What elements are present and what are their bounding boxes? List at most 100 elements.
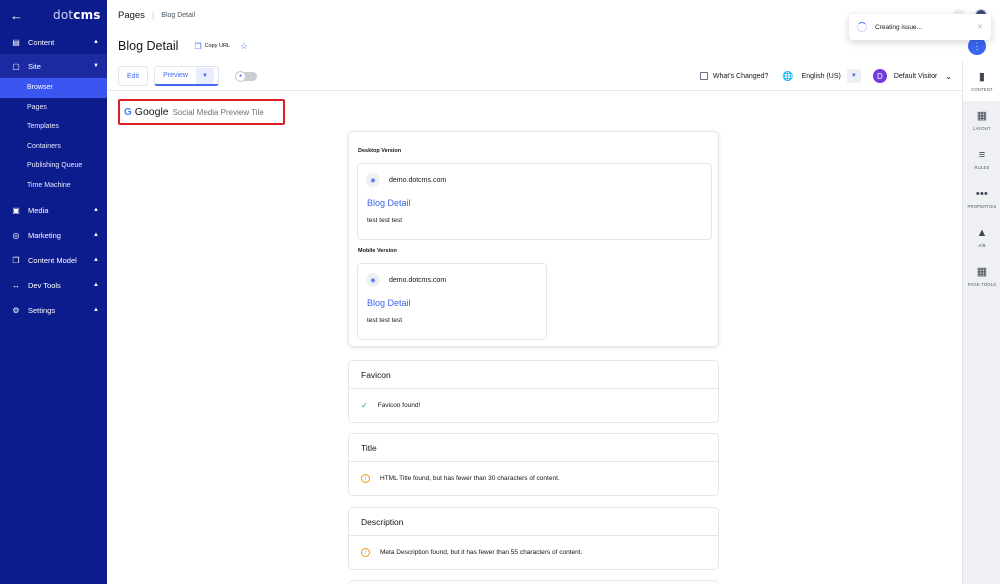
check-title: Title: [349, 434, 718, 462]
sidebar-group-settings[interactable]: ⚙ Settings ▲: [0, 298, 107, 322]
sliders-icon: ≡: [978, 148, 986, 161]
chevron-down-icon[interactable]: ▼: [846, 69, 861, 83]
desktop-version-label: Desktop Version: [358, 148, 402, 154]
sidebar-item-browser[interactable]: Browser: [0, 78, 107, 98]
whats-changed-checkbox[interactable]: [699, 72, 708, 80]
mobile-version-label: Mobile Version: [358, 248, 397, 254]
grid-icon: ▦: [976, 265, 988, 278]
mobile-serp-result: ◉ demo.dotcms.com Blog Detail test test …: [357, 263, 547, 340]
chevron-down-icon[interactable]: ⌄: [945, 72, 952, 81]
chevron-up-icon: ▲: [93, 207, 99, 213]
tool-label: LAYOUT: [973, 125, 991, 131]
sidebar-group-media[interactable]: ▣ Media ▲: [0, 198, 107, 222]
check-title: Description: [349, 508, 718, 536]
toolbar-right: What's Changed? 🌐 English (US) ▼ D Defau…: [699, 69, 962, 83]
flask-icon: ▲: [976, 226, 988, 239]
code-icon: ↔: [12, 280, 20, 290]
globe-icon: 🌐: [782, 70, 794, 81]
chevron-down-icon: ▼: [93, 63, 99, 69]
preview-canvas: G Google Social Media Preview Tile Deskt…: [107, 91, 962, 584]
warning-icon: !: [361, 474, 370, 483]
tab-preview[interactable]: Preview ▼: [154, 66, 219, 86]
star-icon[interactable]: ☆: [240, 41, 248, 52]
serp-title[interactable]: Blog Detail: [367, 198, 411, 208]
sidebar-group-label: Content: [28, 37, 55, 47]
tool-label: CONTENT: [971, 86, 993, 92]
tool-label: RULES: [974, 164, 990, 170]
breadcrumb-current: Blog Detail: [161, 11, 196, 19]
check-card-next: [348, 580, 719, 584]
sidebar-group-site[interactable]: ▢ Site ▼: [0, 54, 107, 78]
check-card-title: Title ! HTML Title found, but has fewer …: [348, 433, 719, 496]
file-icon: ▮: [978, 70, 986, 83]
serp-title[interactable]: Blog Detail: [367, 298, 411, 308]
main-area: Pages | Blog Detail Blog Detail ❐ Copy U…: [107, 0, 1000, 584]
sidebar-group-label: Marketing: [28, 230, 61, 240]
check-title: Favicon: [349, 361, 718, 389]
close-icon[interactable]: ✕: [977, 23, 983, 31]
site-favicon-icon: ◉: [366, 173, 380, 187]
sidebar-group-label: Content Model: [28, 255, 77, 265]
tool-properties[interactable]: ••• PROPERTIES: [963, 179, 1000, 218]
back-arrow-icon[interactable]: ←: [10, 8, 23, 23]
tab-edit[interactable]: Edit: [118, 66, 149, 86]
check-result: ! Meta Description found, but it has few…: [349, 536, 718, 569]
tool-content[interactable]: ▮ CONTENT: [963, 62, 1000, 101]
sidebar-group-label: Settings: [28, 305, 56, 315]
gear-icon: ⚙: [12, 305, 20, 315]
tool-layout[interactable]: ▦ LAYOUT: [963, 101, 1000, 140]
sidebar-group-dev-tools[interactable]: ↔ Dev Tools ▲: [0, 273, 107, 297]
serp-description: test test test: [367, 317, 403, 324]
sidebar-group-content-model[interactable]: ❐ Content Model ▲: [0, 248, 107, 272]
check-icon: ✓: [361, 401, 368, 410]
seo-preview-heading: G Google Social Media Preview Tile: [118, 99, 285, 125]
chevron-down-icon[interactable]: ▼: [195, 67, 214, 84]
sidebar-header: ← dotcms: [0, 0, 107, 30]
image-icon: ▣: [12, 205, 20, 215]
check-card-description: Description ! Meta Description found, bu…: [348, 507, 719, 570]
tool-rules[interactable]: ≡ RULES: [963, 140, 1000, 179]
google-icon: G: [124, 106, 132, 118]
seo-heading-text: Social Media Preview Tile: [172, 107, 264, 117]
check-message: HTML Title found, but has fewer than 30 …: [380, 475, 560, 482]
toast-message: Creating issue...: [875, 23, 922, 31]
visitor-select[interactable]: Default Visitor: [894, 73, 937, 80]
language-select[interactable]: English (US): [802, 73, 841, 80]
chevron-up-icon: ▲: [93, 39, 99, 45]
chevron-up-icon: ▲: [93, 257, 99, 263]
serp-site-url: demo.dotcms.com: [389, 176, 447, 184]
copy-icon: ❐: [194, 41, 202, 51]
tool-ab[interactable]: ▲ A/B: [963, 218, 1000, 257]
serp-description: test test test: [367, 217, 403, 224]
copy-icon: ❐: [12, 255, 20, 265]
layout-icon: ▦: [976, 109, 988, 122]
tool-label: PAGE TOOLS: [967, 281, 997, 287]
sidebar-item-publishing-queue[interactable]: Publishing Queue: [0, 156, 107, 176]
sidebar-item-templates[interactable]: Templates: [0, 117, 107, 137]
check-result: ✓ Favicon found!: [349, 389, 718, 422]
copy-url-button[interactable]: ❐ Copy URL: [194, 42, 230, 51]
breadcrumb-separator: |: [151, 10, 155, 20]
tool-page-tools[interactable]: ▦ PAGE TOOLS: [963, 257, 1000, 296]
warning-icon: !: [361, 548, 370, 557]
sidebar-group-marketing[interactable]: ◎ Marketing ▲: [0, 223, 107, 247]
breadcrumb-pages[interactable]: Pages: [118, 10, 145, 21]
edit-mode-toggle[interactable]: ●: [234, 70, 257, 82]
tool-label: A/B: [978, 242, 986, 248]
check-message: Favicon found!: [377, 402, 421, 409]
sidebar-item-pages[interactable]: Pages: [0, 98, 107, 118]
sidebar-item-containers[interactable]: Containers: [0, 137, 107, 157]
copy-url-label: Copy URL: [204, 43, 230, 49]
spinner-icon: [857, 22, 867, 32]
site-favicon-icon: ◉: [366, 273, 380, 287]
right-tools-bar: ▮ CONTENT ▦ LAYOUT ≡ RULES ••• PROPERTIE…: [962, 62, 1000, 584]
dotcms-logo: dotcms: [53, 8, 101, 22]
serp-site: ◉ demo.dotcms.com: [366, 273, 446, 287]
check-result: ! HTML Title found, but has fewer than 3…: [349, 462, 718, 495]
sidebar-group-content[interactable]: ▤ Content ▲: [0, 30, 107, 54]
sidebar-item-time-machine[interactable]: Time Machine: [0, 176, 107, 196]
visitor-avatar: D: [872, 69, 887, 83]
chevron-up-icon: ▲: [93, 307, 99, 313]
sidebar-group-label: Site: [28, 61, 41, 71]
check-message: Meta Description found, but it has fewer…: [380, 549, 583, 556]
